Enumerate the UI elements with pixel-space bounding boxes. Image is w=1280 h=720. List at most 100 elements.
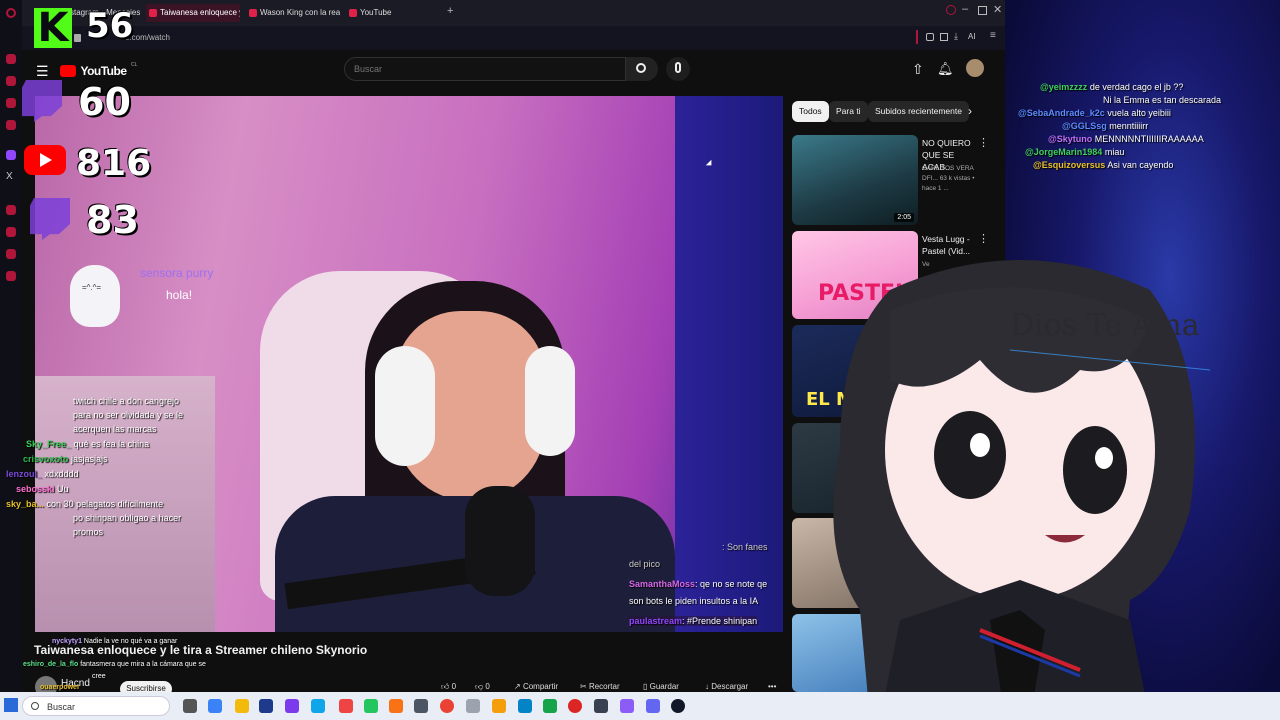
chat-message: nyckyty1 Nadie la ve no qué va a ganar (52, 638, 178, 645)
avatar-headband-text: Dios Te Ama (1010, 308, 1200, 343)
settings-icon[interactable] (6, 271, 16, 281)
pet-message: hola! (166, 288, 193, 302)
instagram-icon[interactable] (6, 120, 16, 130)
cube-icon[interactable] (6, 249, 16, 259)
task-view-icon[interactable] (183, 699, 197, 713)
chat-message: @Skytuno MENNNNNTIIIIIIRAAAAAA (1048, 134, 1204, 144)
maximize-icon[interactable] (978, 6, 987, 15)
minimize-icon[interactable]: – (962, 3, 968, 15)
aria-icon[interactable] (6, 54, 16, 64)
chip-for-you[interactable]: Para ti (829, 101, 868, 122)
chat-message: po shinpan obligao a hacer (73, 513, 182, 523)
chrome-icon[interactable] (440, 699, 454, 713)
youtube-logo[interactable]: YouTube CL (60, 62, 137, 80)
tab-current-video[interactable]: Taiwanesa enloquece y le (146, 4, 240, 22)
whatsapp-icon[interactable] (6, 98, 16, 108)
search-button[interactable] (626, 57, 658, 81)
search-icon (636, 63, 646, 73)
obs-icon[interactable] (671, 699, 685, 713)
play-icon (40, 153, 52, 167)
mic-icon (675, 62, 681, 73)
app-icon[interactable] (492, 699, 506, 713)
search-icon (31, 702, 39, 710)
account-avatar[interactable] (966, 59, 984, 77)
search-box[interactable] (344, 57, 626, 81)
tab-youtube[interactable]: YouTube (346, 4, 440, 22)
opera-search-icon[interactable] (946, 5, 956, 15)
app-icon[interactable] (364, 699, 378, 713)
chat-message: @GGLSsg menntiiiirr (1062, 121, 1149, 131)
hamburger-menu-icon[interactable]: ☰ (36, 63, 49, 80)
scissors-icon: ✂ (580, 682, 589, 691)
app-icon[interactable] (466, 699, 480, 713)
chat-message: lenzoul_ xdxdddd (6, 469, 79, 479)
discord-icon[interactable] (285, 699, 299, 713)
app-icon[interactable] (518, 699, 532, 713)
messenger-icon[interactable] (6, 76, 16, 86)
copilot-icon[interactable] (208, 699, 222, 713)
bell-icon[interactable]: 🔔︎ (937, 61, 954, 77)
twitch-viewer-count: 60 (78, 80, 131, 124)
windows-start-icon[interactable] (4, 698, 18, 712)
chat-message: @SebaAndrade_k2c vuela alto yeibiii (1018, 108, 1171, 118)
search-input[interactable] (345, 58, 625, 80)
video-chat-line: SamanthaMoss: qe no se note qe (629, 579, 768, 589)
more-options-icon[interactable]: ⋮ (978, 232, 989, 245)
app-icon[interactable] (620, 699, 634, 713)
video-chat-line: son bots le piden insultos a la IA (629, 596, 759, 606)
chat-message: cree (92, 673, 106, 680)
pet-name-label: sensora purry (140, 266, 214, 280)
close-icon[interactable]: ✕ (993, 3, 1002, 16)
x-icon[interactable]: X (6, 171, 13, 182)
bookmark-icon: ▯ (643, 682, 650, 691)
more-options-icon[interactable]: ⋮ (978, 136, 989, 149)
app-icon[interactable] (646, 699, 660, 713)
headphone-left (375, 346, 435, 466)
download-icon[interactable]: ⤓ (954, 31, 958, 42)
history-icon[interactable] (6, 227, 16, 237)
tab-wason-king[interactable]: Wason King con la realida (246, 4, 340, 22)
chat-message: Ni la Emma es tan descarada (1103, 95, 1222, 105)
duration-badge: 2:05 (894, 213, 914, 222)
voice-search-button[interactable] (666, 57, 690, 81)
upload-icon[interactable]: ⇧ (912, 61, 924, 78)
edge-icon[interactable] (311, 699, 325, 713)
app-icon[interactable] (543, 699, 557, 713)
chat-message: sky_ba... con 30 pelagatos difícilmente (6, 499, 164, 509)
chip-all[interactable]: Todos (792, 101, 829, 122)
vtuber-avatar: Dios Te Ama (833, 260, 1210, 720)
browser-tab-bar: stagram • Mensajes Taiwanesa enloquece y… (0, 0, 1005, 26)
opera-icon[interactable] (568, 699, 582, 713)
recommendation-thumbnail[interactable]: 2:05 (792, 135, 918, 225)
microphone (465, 486, 535, 596)
ai-button[interactable]: AI (968, 32, 976, 41)
app-icon[interactable] (594, 699, 608, 713)
chat-message: acerquen las marcas (73, 424, 157, 434)
app-icon[interactable] (339, 699, 353, 713)
youtube-tab-icon (149, 9, 157, 17)
chip-recently-uploaded[interactable]: Subidos recientemente (868, 101, 969, 122)
video-chat-line: paulastream: #Prende shinipan (629, 616, 758, 626)
kick-logo: K (34, 8, 72, 48)
twitch-icon[interactable] (6, 150, 16, 160)
chat-message: @JorgeMarin1984 miau (1025, 147, 1125, 157)
menu-icon[interactable]: ≡ (990, 30, 996, 41)
chat-message: Sky_Free_ qué es fea la china (26, 439, 150, 449)
headphone-right (525, 346, 575, 456)
vegas-icon[interactable] (414, 699, 428, 713)
opera-logo-icon[interactable] (6, 8, 16, 18)
youtube-play-icon (60, 64, 76, 77)
taskbar-search-input[interactable]: Buscar (22, 696, 170, 716)
chat-message: @Esquizoversus Asi van cayendo (1033, 160, 1174, 170)
snapshot-icon[interactable] (940, 33, 948, 41)
new-tab-icon[interactable]: + (447, 5, 453, 17)
chat-message: eshiro_de_la_flo fantasmera que mira a l… (23, 661, 206, 668)
vscode-icon[interactable] (259, 699, 273, 713)
file-explorer-icon[interactable] (235, 699, 249, 713)
lock-icon (74, 34, 81, 42)
bookmark-icon[interactable] (6, 205, 16, 215)
firefox-icon[interactable] (389, 699, 403, 713)
chat-message: promos (73, 527, 104, 537)
extensions-icon[interactable] (926, 33, 934, 41)
chevron-right-icon[interactable]: › (968, 104, 972, 118)
